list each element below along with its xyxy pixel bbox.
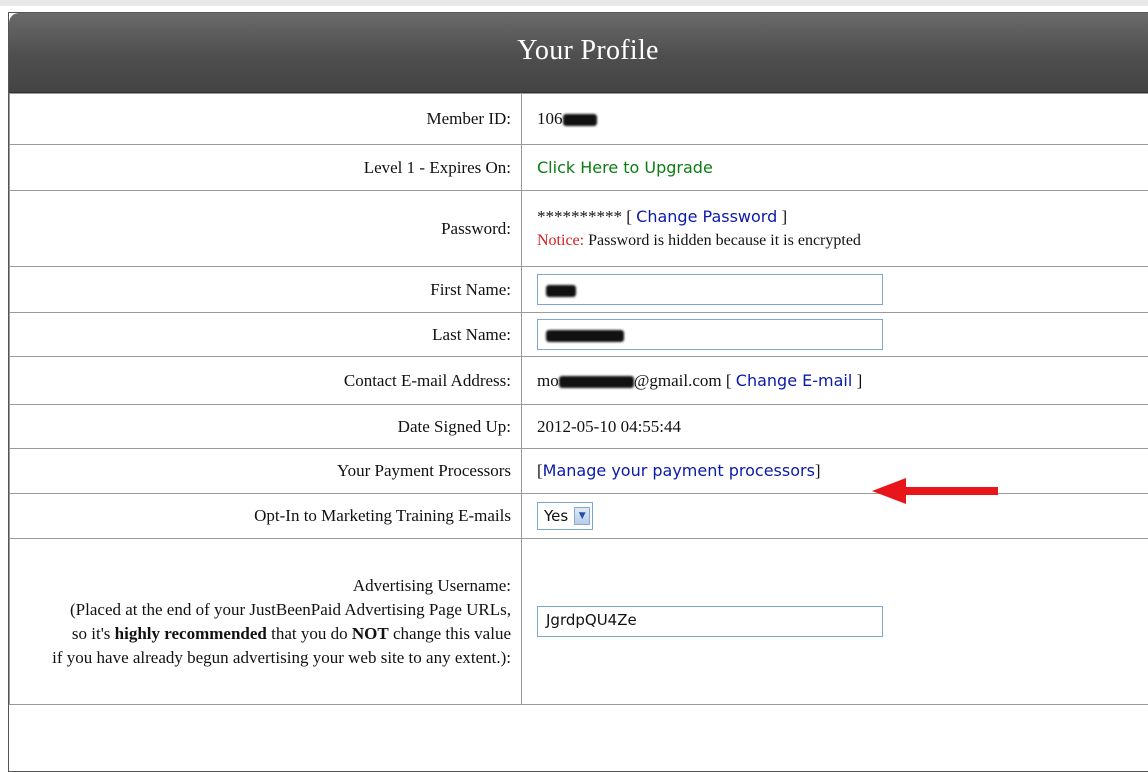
advertising-username-field[interactable]: JgrdpQU4Ze [537, 606, 883, 637]
email-domain: @gmail.com [634, 371, 722, 390]
upgrade-link[interactable]: Click Here to Upgrade [537, 158, 713, 177]
last-name-field[interactable] [537, 319, 883, 350]
row-level: Level 1 - Expires On: Click Here to Upgr… [10, 145, 1148, 191]
redacted-mark [563, 114, 597, 126]
first-name-field[interactable] [537, 274, 883, 305]
page-title: Your Profile [9, 13, 1148, 93]
window-top-strip [0, 0, 1148, 6]
change-password-link[interactable]: Change Password [636, 207, 777, 226]
optin-select[interactable]: Yes ▼ [537, 502, 593, 530]
member-id-value: 106 [522, 94, 1148, 145]
manage-payment-link[interactable]: Manage your payment processors [543, 461, 815, 480]
payment-label: Your Payment Processors [10, 449, 522, 494]
password-masked: ********** [537, 207, 622, 226]
change-email-link[interactable]: Change E-mail [736, 371, 853, 390]
redacted-mark [546, 285, 576, 297]
email-label: Contact E-mail Address: [10, 357, 522, 405]
notice-label: Notice: [537, 232, 584, 249]
level-label: Level 1 - Expires On: [10, 145, 522, 191]
date-signed-value: 2012-05-10 04:55:44 [522, 405, 1148, 449]
row-date-signed: Date Signed Up: 2012-05-10 04:55:44 [10, 405, 1148, 449]
annotation-arrow-icon [870, 476, 1000, 506]
member-id-label: Member ID: [10, 94, 522, 145]
row-member-id: Member ID: 106 [10, 94, 1148, 145]
row-email: Contact E-mail Address: mo@gmail.com [ C… [10, 357, 1148, 405]
redacted-mark [546, 330, 624, 342]
notice-text: Password is hidden because it is encrypt… [588, 232, 861, 249]
password-label: Password: [10, 191, 522, 267]
advertising-label: Advertising Username: (Placed at the end… [10, 539, 522, 705]
row-first-name: First Name: [10, 267, 1148, 313]
row-last-name: Last Name: [10, 313, 1148, 357]
last-name-label: Last Name: [10, 313, 522, 357]
profile-panel: Your Profile Member ID: 106 Level 1 - Ex… [8, 12, 1148, 772]
row-password: Password: ********** [ Change Password ]… [10, 191, 1148, 267]
optin-label: Opt-In to Marketing Training E-mails [10, 494, 522, 539]
row-advertising: Advertising Username: (Placed at the end… [10, 539, 1148, 705]
chevron-down-icon: ▼ [574, 507, 590, 525]
first-name-label: First Name: [10, 267, 522, 313]
profile-table: Member ID: 106 Level 1 - Expires On: Cli… [9, 93, 1148, 705]
redacted-mark [559, 376, 634, 388]
date-signed-label: Date Signed Up: [10, 405, 522, 449]
